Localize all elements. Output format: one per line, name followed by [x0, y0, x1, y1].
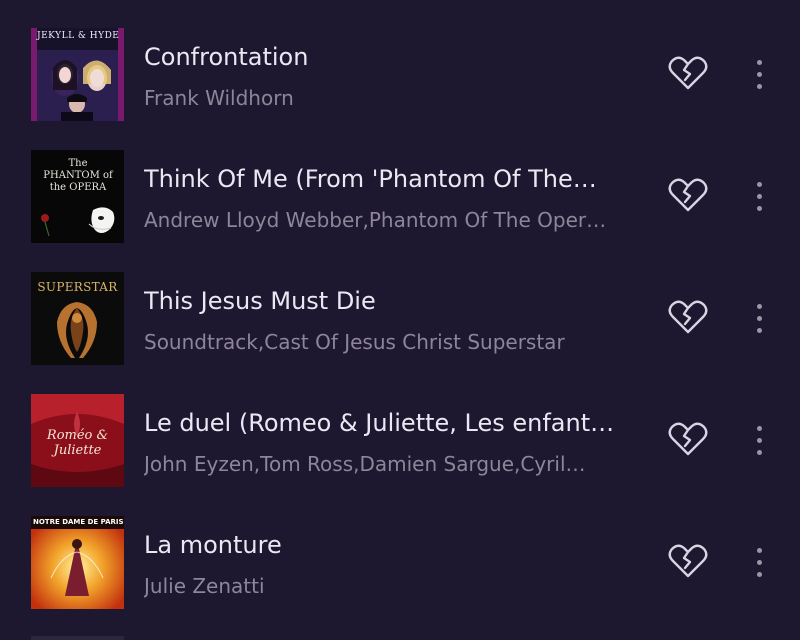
broken-heart-icon[interactable]: [664, 174, 712, 218]
broken-heart-icon[interactable]: [664, 540, 712, 584]
album-cover-title: Roméo & Juliette: [46, 428, 109, 458]
more-dot: [757, 316, 762, 321]
more-dot: [757, 560, 762, 565]
more-dot: [757, 328, 762, 333]
more-dot: [757, 438, 762, 443]
song-title: Think Of Me (From 'Phantom Of The…: [144, 165, 597, 193]
broken-heart-icon[interactable]: [664, 418, 712, 462]
song-row[interactable]: SUPERSTAR This Jesus Must Die Soundtrack…: [0, 244, 800, 366]
more-dot: [757, 194, 762, 199]
album-cover-jesus-christ-superstar: SUPERSTAR: [31, 272, 124, 365]
song-title: Le duel (Romeo & Juliette, Les enfant…: [144, 409, 615, 437]
album-cover-notre-dame-de-paris: NOTRE DAME DE PARIS: [31, 516, 124, 609]
album-cover-phantom-of-the-opera: The PHANTOM of the OPERA: [31, 150, 124, 243]
song-row[interactable]: JEKYLL & HYDE Confrontation Frank Wildho…: [0, 0, 800, 122]
more-dot: [757, 572, 762, 577]
more-dot: [757, 450, 762, 455]
more-dot: [757, 206, 762, 211]
broken-heart-icon[interactable]: [664, 296, 712, 340]
song-artist: Frank Wildhorn: [144, 86, 294, 110]
song-title: This Jesus Must Die: [144, 287, 376, 315]
more-vertical-icon[interactable]: [744, 52, 776, 96]
song-title: Confrontation: [144, 43, 309, 71]
more-dot: [757, 84, 762, 89]
more-vertical-icon[interactable]: [744, 418, 776, 462]
album-cover-title: JEKYLL & HYDE: [37, 31, 120, 41]
song-row[interactable]: The PHANTOM of the OPERA Think Of Me (Fr…: [0, 122, 800, 244]
album-cover-jekyll-hyde: JEKYLL & HYDE: [31, 28, 124, 121]
song-list: JEKYLL & HYDE Confrontation Frank Wildho…: [0, 0, 800, 640]
song-row[interactable]: NOTRE DAME DE PARIS La monture Julie Zen…: [0, 488, 800, 610]
song-artist: Andrew Lloyd Webber,Phantom Of The Oper…: [144, 208, 607, 232]
album-cover-title: SUPERSTAR: [37, 280, 118, 294]
more-dot: [757, 60, 762, 65]
song-artist: Soundtrack,Cast Of Jesus Christ Supersta…: [144, 330, 565, 354]
album-cover-title: NOTRE DAME DE PARIS: [33, 518, 124, 526]
song-row[interactable]: Roméo & Juliette Le duel (Romeo & Juliet…: [0, 366, 800, 488]
broken-heart-icon[interactable]: [664, 52, 712, 96]
song-title: La monture: [144, 531, 282, 559]
next-row-album-cover-peek: [31, 636, 124, 640]
more-dot: [757, 72, 762, 77]
more-vertical-icon[interactable]: [744, 540, 776, 584]
more-vertical-icon[interactable]: [744, 174, 776, 218]
song-artist: Julie Zenatti: [144, 574, 265, 598]
more-dot: [757, 548, 762, 553]
more-dot: [757, 426, 762, 431]
song-artist: John Eyzen,Tom Ross,Damien Sargue,Cyril…: [144, 452, 586, 476]
more-dot: [757, 182, 762, 187]
album-cover-title: The PHANTOM of the OPERA: [43, 158, 113, 193]
more-vertical-icon[interactable]: [744, 296, 776, 340]
more-dot: [757, 304, 762, 309]
album-cover-romeo-juliette: Roméo & Juliette: [31, 394, 124, 487]
